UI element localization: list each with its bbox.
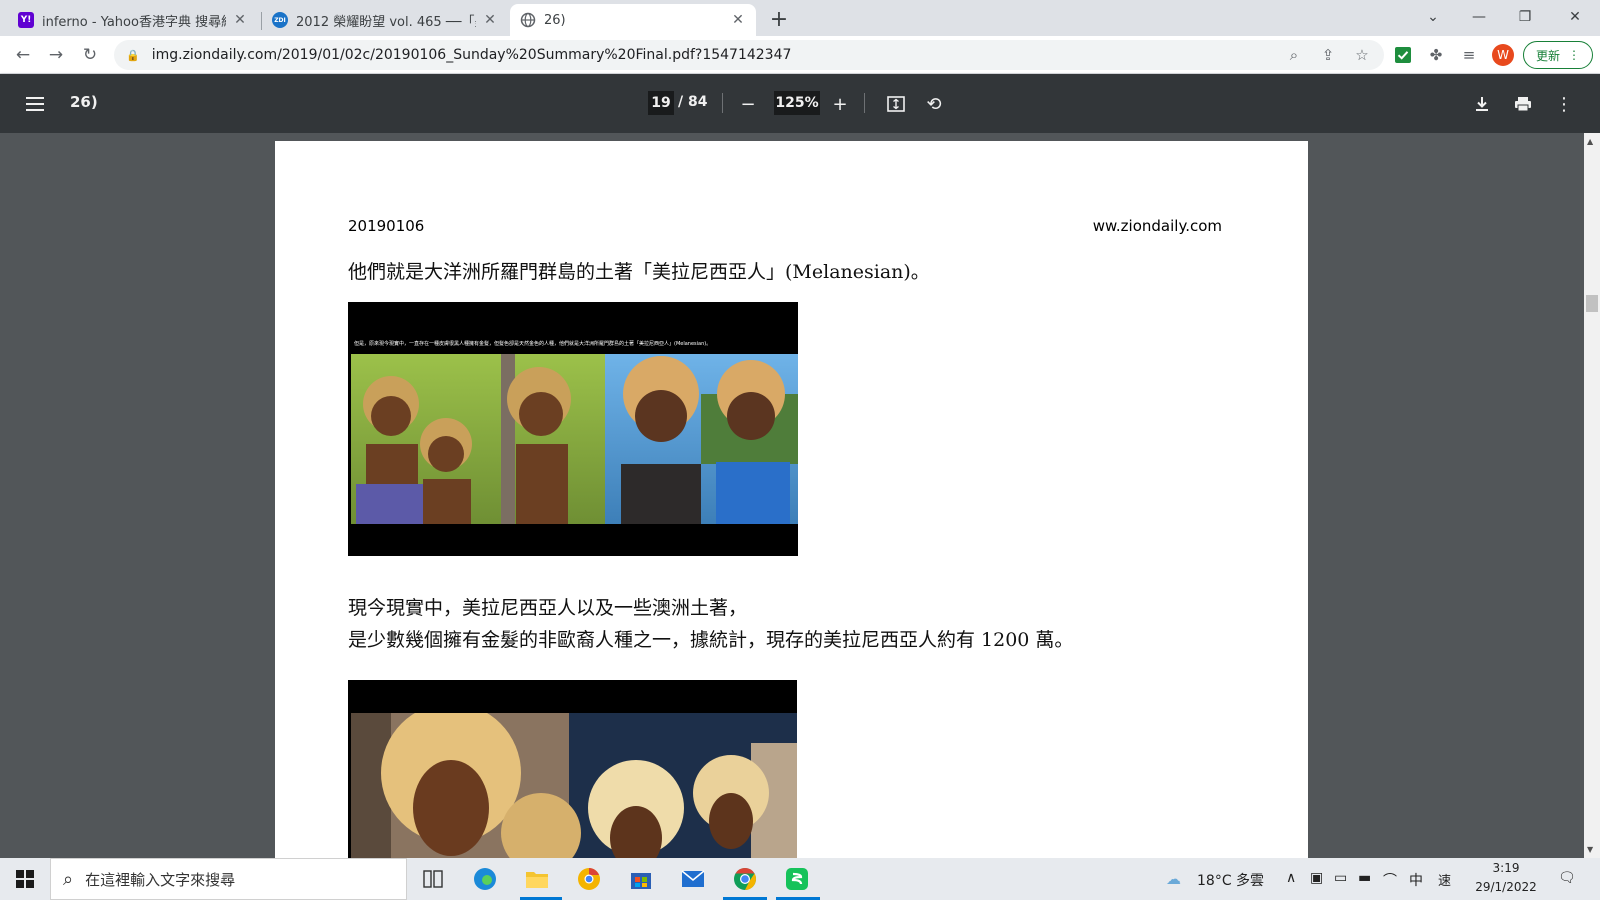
mail-icon[interactable] (678, 864, 708, 894)
close-icon[interactable]: ✕ (730, 12, 746, 28)
battery-icon[interactable]: ▬ (1358, 870, 1371, 886)
blonde-children-illustration (351, 713, 797, 858)
profile-avatar[interactable]: W (1492, 44, 1514, 66)
puzzle-extensions-icon[interactable]: ✤ (1426, 45, 1446, 65)
pdf-viewer-area[interactable]: 20190106 ww.ziondaily.com 他們就是大洋洲所羅門群島的土… (0, 133, 1600, 858)
tab-pdf-active[interactable]: 26) ✕ (510, 4, 756, 36)
wifi-icon[interactable]: ⌒ (1383, 870, 1397, 890)
paragraph-melanesian-intro: 他們就是大洋洲所羅門群島的土著「美拉尼西亞人」(Melanesian)。 (348, 261, 930, 283)
reading-list-icon[interactable]: ≡ (1459, 45, 1479, 65)
melanesian-children-illustration (351, 354, 798, 524)
search-placeholder: 在這裡輸入文字來搜尋 (85, 870, 236, 889)
pdf-toolbar: 26) 19 / 84 − 125% + ⟲ ⋮ (0, 74, 1600, 133)
chrome-canary-icon[interactable] (574, 864, 604, 894)
microsoft-store-icon[interactable] (626, 864, 656, 894)
close-icon[interactable]: ✕ (232, 12, 248, 28)
zoom-in-icon[interactable]: + (828, 92, 852, 116)
url-text[interactable]: img.ziondaily.com/2019/01/02c/20190106_S… (152, 47, 792, 63)
tab-yahoo-dictionary[interactable]: Y! inferno - Yahoo香港字典 搜尋結果 ✕ (8, 4, 258, 36)
page-header-website: ww.ziondaily.com (1092, 217, 1222, 235)
address-bar[interactable]: 🔒 img.ziondaily.com/2019/01/02c/20190106… (114, 40, 1384, 70)
back-arrow-icon[interactable]: ← (10, 42, 36, 68)
task-view-icon[interactable] (418, 864, 448, 894)
close-window-button[interactable]: ✕ (1552, 0, 1598, 34)
browser-toolbar: ← → ↻ 🔒 img.ziondaily.com/2019/01/02c/20… (0, 36, 1600, 74)
share-icon[interactable]: ⇪ (1318, 45, 1338, 65)
ziondaily-favicon-icon: ZDI (272, 12, 288, 28)
update-label: 更新 (1535, 48, 1560, 63)
update-button[interactable]: 更新 ⋮ (1523, 41, 1593, 69)
meet-now-icon[interactable]: ▣ (1310, 870, 1323, 886)
yahoo-favicon-icon: Y! (18, 12, 34, 28)
hamburger-menu-icon[interactable] (23, 92, 47, 116)
tab-strip: Y! inferno - Yahoo香港字典 搜尋結果 ✕ ZDI 2012 榮… (0, 0, 1600, 36)
tray-chevron-up-icon[interactable]: ∧ (1286, 870, 1296, 886)
edge-browser-icon[interactable] (470, 864, 500, 894)
windows-start-icon[interactable] (10, 864, 40, 894)
ime-language[interactable]: 中 (1409, 870, 1423, 890)
tab-ziondaily[interactable]: ZDI 2012 榮耀盼望 vol. 465 ──「墨 ✕ (262, 4, 508, 36)
page-total: / 84 (678, 94, 708, 110)
zoom-level-input[interactable]: 125% (774, 91, 820, 115)
lock-icon[interactable]: 🔒 (126, 49, 140, 62)
chrome-icon[interactable] (730, 864, 760, 894)
scrollbar-thumb[interactable] (1586, 295, 1598, 312)
tab-search-chevron-icon[interactable]: ⌄ (1410, 0, 1456, 34)
paragraph-statistics: 是少數幾個擁有金髮的非歐裔人種之一，據統計，現存的美拉尼西亞人約有 1200 萬… (348, 629, 1074, 651)
paragraph-modern-reality: 現今現實中，美拉尼西亞人以及一些澳洲土著， (348, 597, 748, 619)
extension-check-icon[interactable] (1393, 45, 1413, 65)
pdf-title: 26) (70, 93, 98, 111)
tab-title: inferno - Yahoo香港字典 搜尋結果 (42, 14, 226, 30)
more-options-icon[interactable]: ⋮ (1552, 92, 1576, 116)
weather-cloud-icon[interactable]: ☁ (1166, 870, 1181, 888)
bookmark-star-icon[interactable]: ☆ (1352, 45, 1372, 65)
viewer-scrollbar[interactable]: ▲ ▼ (1584, 133, 1600, 858)
download-icon[interactable] (1470, 92, 1494, 116)
clock-date[interactable]: 29/1/2022 (1470, 880, 1542, 894)
toolbar-divider (722, 93, 723, 113)
search-icon: ⌕ (63, 868, 74, 890)
zoom-out-icon[interactable]: − (736, 92, 760, 116)
page-header-date: 20190106 (348, 217, 425, 235)
page-number-input[interactable]: 19 (648, 91, 674, 115)
forward-arrow-icon[interactable]: → (43, 42, 69, 68)
kebab-menu-icon: ⋮ (1568, 48, 1580, 62)
pdf-page: 20190106 ww.ziondaily.com 他們就是大洋洲所羅門群島的土… (275, 141, 1308, 858)
print-icon[interactable] (1511, 92, 1535, 116)
display-icon[interactable]: ▭ (1334, 870, 1347, 886)
tab-title: 2012 榮耀盼望 vol. 465 ──「墨 (296, 14, 476, 30)
rotate-icon[interactable]: ⟲ (922, 92, 946, 116)
tab-title: 26) (544, 12, 566, 28)
zoom-magnifier-icon[interactable]: ⌕ (1284, 45, 1304, 65)
photo-melanesian-children-1: 但是，原來現今現實中，一直存在一種皮膚很黑人種擁有金髮，但髮色卻是天然金色的人種… (348, 302, 798, 556)
weather-text[interactable]: 18°C 多雲 (1197, 870, 1264, 890)
file-explorer-icon[interactable] (522, 864, 552, 894)
ime-mode[interactable]: 速 (1438, 870, 1451, 889)
globe-icon (520, 12, 536, 28)
line-app-icon[interactable] (782, 864, 812, 894)
minimize-button[interactable]: — (1456, 0, 1502, 34)
close-icon[interactable]: ✕ (482, 12, 498, 28)
fit-to-page-icon[interactable] (884, 92, 908, 116)
taskbar-search-box[interactable]: ⌕ 在這裡輸入文字來搜尋 (50, 858, 407, 900)
toolbar-divider (864, 93, 865, 113)
windows-taskbar: ⌕ 在這裡輸入文字來搜尋 ☁ 18°C 多雲 ∧ ▣ ▭ ▬ ⌒ 中 速 3:1… (0, 858, 1600, 900)
new-tab-button[interactable]: + (766, 6, 792, 32)
photo-melanesian-children-2 (348, 680, 797, 858)
notifications-icon[interactable]: 🗨 (1558, 870, 1576, 886)
photo-caption: 但是，原來現今現實中，一直存在一種皮膚很黑人種擁有金髮，但髮色卻是天然金色的人種… (354, 341, 712, 347)
scroll-down-arrow-icon[interactable]: ▼ (1587, 845, 1593, 854)
clock-time[interactable]: 3:19 (1474, 861, 1538, 875)
scroll-up-arrow-icon[interactable]: ▲ (1587, 137, 1593, 146)
restore-button[interactable]: ❐ (1502, 0, 1548, 34)
reload-icon[interactable]: ↻ (77, 42, 103, 68)
